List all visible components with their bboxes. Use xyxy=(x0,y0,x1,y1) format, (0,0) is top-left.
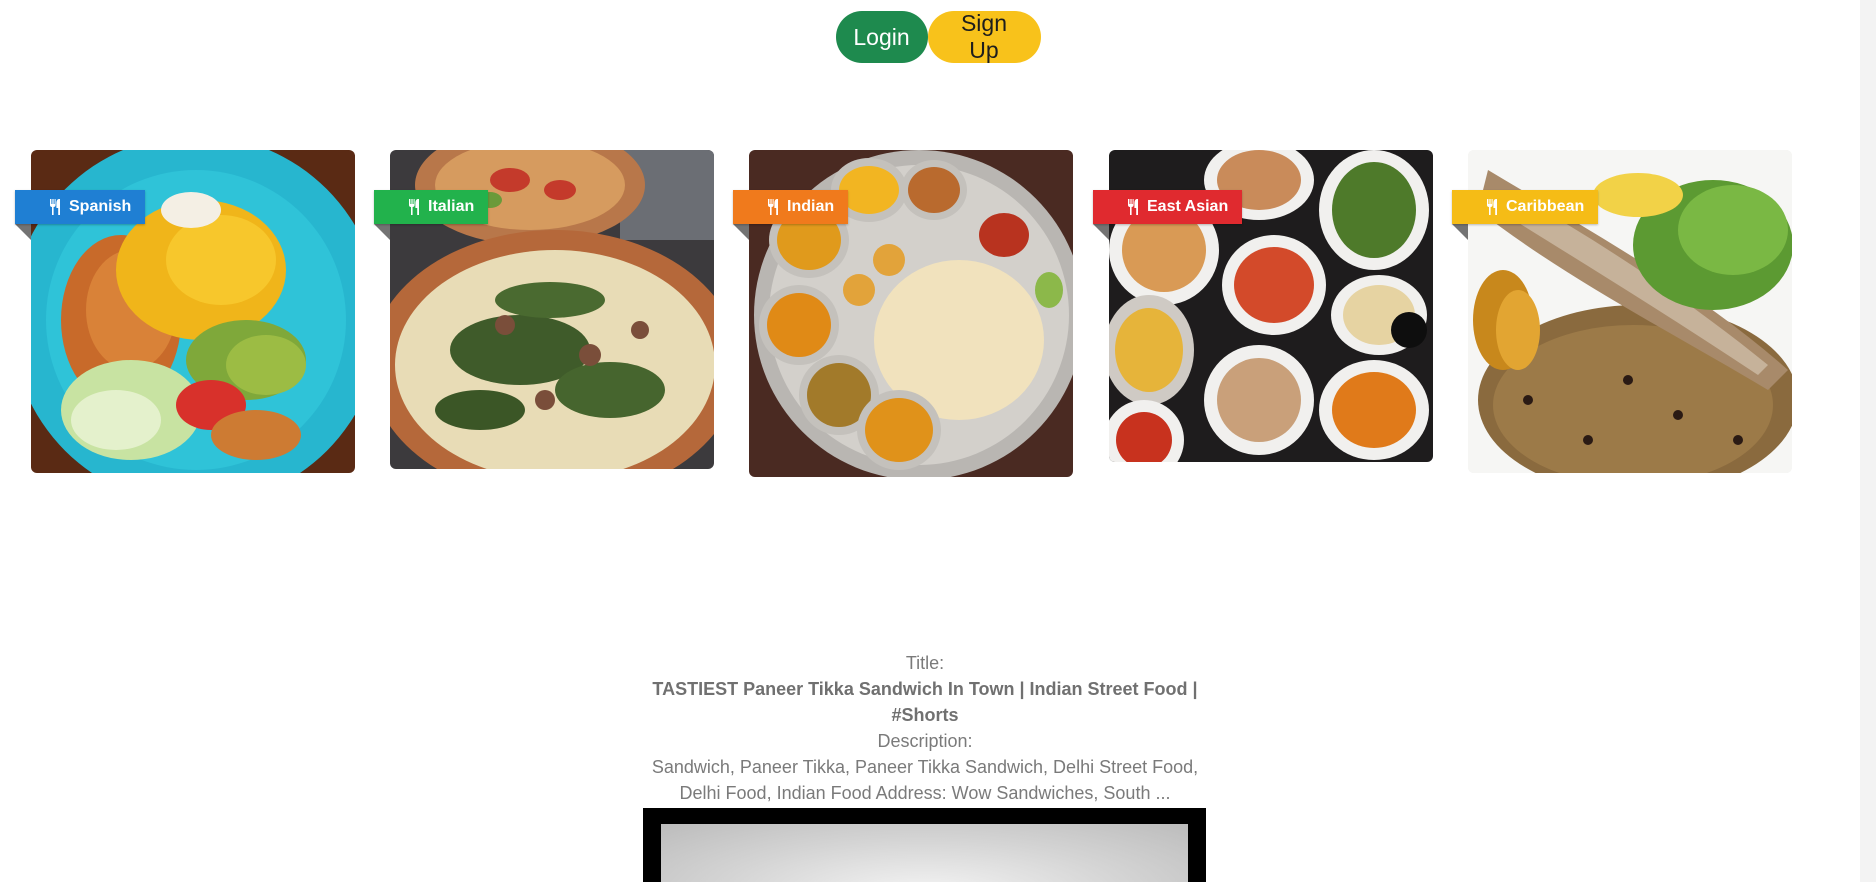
category-card-east-asian[interactable]: East Asian xyxy=(1093,150,1433,462)
utensils-icon xyxy=(50,199,60,215)
title-heading: Title: xyxy=(905,653,945,673)
video-description: Sandwich, Paneer Tikka, Paneer Tikka San… xyxy=(651,757,1199,803)
login-button[interactable]: Login xyxy=(835,11,928,63)
ribbon-fold xyxy=(1452,224,1468,240)
category-card-caribbean[interactable]: Caribbean xyxy=(1452,150,1792,473)
utensils-icon xyxy=(768,199,778,215)
category-tag-east-asian[interactable]: East Asian xyxy=(1093,190,1243,240)
video-title: TASTIEST Paneer Tikka Sandwich In Town |… xyxy=(652,679,1198,725)
ribbon-fold xyxy=(1093,224,1109,240)
category-tag-indian[interactable]: Indian xyxy=(733,190,849,240)
category-tag-caribbean[interactable]: Caribbean xyxy=(1452,190,1599,240)
video-info: Title: TASTIEST Paneer Tikka Sandwich In… xyxy=(640,650,1210,806)
signup-button[interactable]: Sign Up xyxy=(927,10,1041,63)
description-heading: Description: xyxy=(877,731,973,751)
auth-bar: Login Sign Up xyxy=(0,10,1876,63)
utensils-icon xyxy=(1487,199,1497,215)
utensils-icon xyxy=(409,199,419,215)
category-card-italian[interactable]: Italian xyxy=(374,150,714,469)
category-card-spanish[interactable]: Spanish xyxy=(15,150,355,473)
category-tag-italian[interactable]: Italian xyxy=(374,190,489,240)
ribbon-fold xyxy=(15,224,31,240)
category-tag-spanish[interactable]: Spanish xyxy=(15,190,146,240)
category-label: East Asian xyxy=(1147,198,1229,215)
utensils-icon xyxy=(1128,199,1138,215)
category-label: Indian xyxy=(787,198,835,215)
category-label: Spanish xyxy=(69,198,132,215)
page-scrollbar[interactable] xyxy=(1860,0,1876,882)
category-label: Caribbean xyxy=(1506,198,1585,215)
video-player[interactable] xyxy=(643,808,1206,882)
category-label: Italian xyxy=(428,198,475,215)
video-thumbnail[interactable] xyxy=(661,824,1188,882)
ribbon-fold xyxy=(733,224,749,240)
category-card-indian[interactable]: Indian xyxy=(733,150,1073,477)
ribbon-fold xyxy=(374,224,390,240)
page: Login Sign Up Spanish Italian Indian Eas… xyxy=(0,0,1876,882)
